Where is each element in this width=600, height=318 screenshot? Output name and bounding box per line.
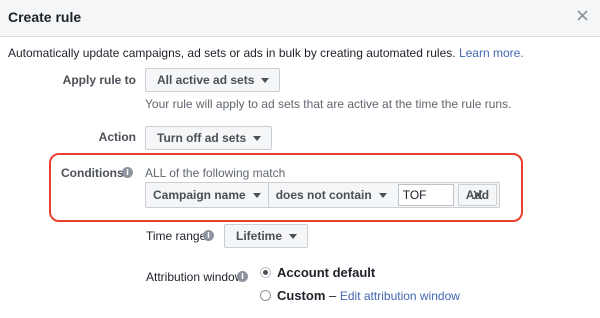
- chevron-down-icon: [253, 135, 262, 141]
- radio-account-default[interactable]: [260, 267, 271, 278]
- conditions-label: Conditions: [61, 166, 124, 180]
- dialog-header: [0, 0, 600, 37]
- chevron-down-icon: [261, 77, 270, 83]
- time-range-label: Time range: [146, 229, 207, 243]
- action-label: Action: [98, 130, 136, 144]
- apply-rule-helper: Your rule will apply to ad sets that are…: [145, 97, 512, 111]
- custom-label: Custom: [277, 288, 326, 303]
- dialog-title: Create rule: [8, 9, 82, 25]
- chevron-down-icon: [289, 233, 298, 239]
- condition-operator-value: does not contain: [275, 188, 372, 202]
- match-text: ALL of the following match: [145, 166, 286, 180]
- remove-condition-icon[interactable]: [472, 188, 484, 200]
- custom-option: Custom – Edit attribution window: [277, 288, 460, 303]
- info-icon[interactable]: i: [203, 230, 214, 241]
- chevron-down-icon: [252, 192, 261, 198]
- chevron-down-icon: [378, 192, 387, 198]
- action-value: Turn off ad sets: [157, 131, 247, 145]
- intro-text: Automatically update campaigns, ad sets …: [8, 46, 524, 60]
- apply-rule-dropdown[interactable]: All active ad sets: [145, 68, 281, 92]
- custom-separator: –: [329, 288, 337, 303]
- info-icon[interactable]: i: [237, 271, 248, 282]
- condition-field-dropdown[interactable]: Campaign name: [146, 183, 269, 207]
- time-range-dropdown[interactable]: Lifetime: [224, 224, 309, 248]
- time-range-value: Lifetime: [236, 229, 283, 243]
- info-icon[interactable]: i: [122, 167, 133, 178]
- close-icon[interactable]: [575, 8, 589, 22]
- edit-attribution-window-link[interactable]: Edit attribution window: [340, 289, 460, 303]
- apply-rule-value: All active ad sets: [157, 73, 255, 87]
- condition-operator-dropdown[interactable]: does not contain: [269, 183, 394, 207]
- radio-custom[interactable]: [260, 290, 271, 301]
- action-dropdown[interactable]: Turn off ad sets: [145, 126, 273, 150]
- learn-more-link[interactable]: Learn more.: [459, 46, 524, 60]
- attribution-window-label: Attribution window: [146, 270, 244, 284]
- radio-dot: [263, 270, 268, 275]
- condition-field-value: Campaign name: [153, 188, 246, 202]
- intro-description: Automatically update campaigns, ad sets …: [8, 46, 456, 60]
- condition-row: Campaign name does not contain Add: [145, 182, 501, 208]
- apply-rule-label: Apply rule to: [62, 73, 136, 87]
- account-default-label: Account default: [277, 265, 376, 280]
- condition-value-input[interactable]: [397, 184, 454, 206]
